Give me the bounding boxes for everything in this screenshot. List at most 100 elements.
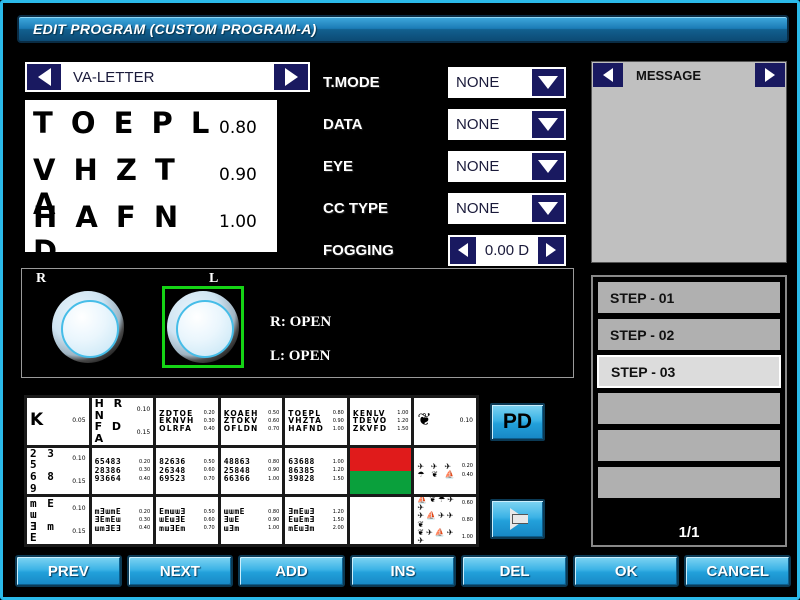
cancel-button[interactable]: CANCEL (684, 555, 792, 587)
chart-thumbnail-14[interactable]: ✈ ✈ ✈ 0.20 ☂ ❦ ⛵ 0.40 (414, 447, 476, 495)
param-row-data: DATA NONE (323, 103, 578, 145)
param-value-fogging: 0.00 D (484, 241, 530, 259)
chart-thumbnail-7[interactable]: ❦ 0.10 (414, 398, 476, 445)
ok-button[interactable]: OK (572, 555, 680, 587)
thumbnail-line: 2 3 5 0.10 (30, 448, 86, 471)
chart-thumbnail-13[interactable] (349, 447, 412, 495)
thumbnail-va-value: 0.30 (203, 417, 215, 424)
step-item-01[interactable]: STEP - 01 (597, 281, 781, 314)
thumbnail-next-page-button[interactable] (490, 499, 545, 539)
triangle-right-icon (284, 68, 298, 86)
thumbnail-va-value: 1.00 (461, 533, 473, 540)
thumbnail-line: OFLDN 0.70 (224, 425, 280, 433)
bottom-button-bar: PREV NEXT ADD INS DEL OK CANCEL (15, 555, 792, 587)
chart-row-letters: T O E P L (33, 106, 214, 140)
cancel-button-label: CANCEL (706, 562, 770, 580)
param-field-tmode[interactable]: NONE (448, 66, 566, 98)
chart-thumbnail-8[interactable]: 2 3 5 0.10 6 8 9 0.15 (27, 447, 89, 495)
thumbnail-va-value: 0.20 (139, 458, 151, 465)
chart-thumbnail-5[interactable]: TOEPL 0.80 VHZTA 0.90 HAFND 1.00 (285, 398, 347, 445)
chart-thumbnail-11[interactable]: 48863 0.80 25848 0.90 66366 1.00 (220, 447, 283, 495)
right-lens-icon[interactable] (52, 291, 124, 363)
param-field-data[interactable]: NONE (448, 108, 566, 140)
message-prev-button[interactable] (593, 63, 623, 87)
fogging-increase-button[interactable] (538, 236, 564, 264)
chart-thumbnail-6[interactable]: KENLV 1.00 TDEVO 1.20 ZKVFD 1.50 (349, 398, 412, 445)
cctype-dropdown-button[interactable] (532, 194, 564, 222)
chart-thumbnail-1[interactable]: K 0.05 (27, 398, 89, 445)
add-button[interactable]: ADD (238, 555, 345, 587)
thumbnail-va-value: 0.60 (203, 517, 215, 524)
chart-thumbnail-12[interactable]: 63688 1.00 86385 1.20 39828 1.50 (285, 447, 347, 495)
chart-thumbnail-21[interactable]: ⛵❦☂✈✈ 0.60 ✈⛵✈✈❦ 0.80 ❦✈⛵✈✈ 1.00 (414, 497, 476, 544)
data-dropdown-button[interactable] (532, 110, 564, 138)
chart-thumbnail-4[interactable]: KOAEH 0.50 ZTOKV 0.60 OFLDN 0.70 (220, 398, 283, 445)
param-row-tmode: T.MODE NONE (323, 61, 578, 103)
chart-thumbnail-15[interactable]: m E ɯ 0.10 Ǝ m E 0.15 (27, 497, 89, 544)
duochrome-red-half (349, 447, 412, 471)
chart-thumbnail-2[interactable]: H R N 0.10 F D A 0.15 (91, 398, 154, 445)
chart-type-selector[interactable]: VA-LETTER (25, 62, 310, 92)
chart-prev-button[interactable] (27, 64, 61, 90)
thumbnail-optotypes: 39828 (288, 474, 315, 484)
thumbnail-optotypes: 2 3 5 (30, 447, 56, 472)
param-field-fogging[interactable]: 0.00 D (448, 234, 566, 266)
thumbnail-va-value: 0.50 (268, 409, 280, 416)
left-lens-group[interactable]: L (162, 271, 244, 368)
chart-thumbnail-9[interactable]: 65483 0.20 28386 0.30 93664 0.40 (91, 447, 154, 495)
chart-next-button[interactable] (274, 64, 308, 90)
fogging-decrease-button[interactable] (450, 236, 476, 264)
param-field-cctype[interactable]: NONE (448, 192, 566, 224)
step-item-03[interactable]: STEP - 03 (597, 355, 781, 388)
next-button[interactable]: NEXT (126, 555, 234, 587)
chart-thumbnail-19[interactable]: ƎmEɯƎ 1.20 EɯEmƎ 1.50 mEɯƎm 2.00 (285, 497, 347, 544)
left-lens-label: L (209, 271, 219, 286)
right-lens-group[interactable]: R (36, 271, 124, 363)
chart-thumbnail-16[interactable]: mƎɯmE 0.20 ƎEmEɯ 0.30 ɯmƎEƎ 0.40 (91, 497, 154, 544)
chart-preview-row: V H Z T A 0.90 (33, 153, 269, 221)
thumbnail-va-value: 0.05 (72, 417, 86, 425)
message-next-button[interactable] (755, 63, 785, 87)
chart-thumbnail-10[interactable]: 82636 0.50 26348 0.60 69523 0.70 (156, 447, 218, 495)
thumbnail-va-value: 0.70 (203, 475, 215, 482)
thumbnail-va-value: 1.50 (332, 475, 344, 482)
thumbnail-va-value: 0.80 (268, 458, 280, 465)
left-lens-icon[interactable] (167, 291, 239, 363)
tmode-dropdown-button[interactable] (532, 68, 564, 96)
step-item-04[interactable] (597, 392, 781, 425)
param-field-eye[interactable]: NONE (448, 150, 566, 182)
thumbnail-va-value: 0.60 (203, 467, 215, 474)
thumbnail-va-value: 1.20 (332, 508, 344, 515)
step-item-06[interactable] (597, 466, 781, 499)
thumbnail-optotypes: mEɯƎm (288, 523, 315, 533)
del-button-label: DEL (499, 562, 530, 580)
thumbnail-optotypes: H R N (94, 398, 126, 422)
param-value-eye: NONE (456, 157, 500, 175)
chart-thumbnail-18[interactable]: ɯɯmE 0.80 ƎɯE 0.90 ɯƎm 1.00 (220, 497, 283, 544)
thumbnail-optotypes: ✈⛵✈✈❦ (417, 511, 456, 529)
prev-button[interactable]: PREV (15, 555, 122, 587)
chart-thumbnail-17[interactable]: EmɯɯƎ 0.50 ɯEɯƎE 0.60 mɯƎEm 0.70 (156, 497, 218, 544)
chart-thumbnail-3[interactable]: ZDTOE 0.20 EKNVH 0.30 OLRFA 0.40 (156, 398, 218, 445)
prev-button-label: PREV (47, 562, 89, 580)
thumbnail-va-value: 1.20 (332, 467, 344, 474)
chart-thumbnail-20[interactable] (349, 497, 412, 544)
thumbnail-line: Ǝ m E 0.15 (30, 519, 86, 544)
pd-button-label: PD (502, 410, 533, 433)
lens-panel: R L R: OPEN L: OPEN (21, 268, 574, 378)
thumbnail-line: ☂ ❦ ⛵ 0.40 (417, 470, 473, 479)
del-button[interactable]: DEL (461, 555, 568, 587)
thumbnail-va-value: 0.90 (332, 417, 344, 424)
thumbnail-optotypes: Ǝ m E (30, 519, 56, 544)
thumbnail-optotypes: 93664 (94, 474, 122, 484)
thumbnail-va-value: 0.20 (461, 463, 473, 470)
step-item-02[interactable]: STEP - 02 (597, 318, 781, 351)
thumbnail-optotypes: F D A (94, 420, 125, 445)
eye-dropdown-button[interactable] (532, 152, 564, 180)
step-item-05[interactable] (597, 429, 781, 462)
ins-button[interactable]: INS (349, 555, 457, 587)
pd-button[interactable]: PD (490, 403, 545, 441)
arrow-right-icon (509, 508, 528, 530)
chart-row-va: 0.80 (219, 118, 257, 138)
thumbnail-va-value: 2.00 (332, 525, 344, 532)
